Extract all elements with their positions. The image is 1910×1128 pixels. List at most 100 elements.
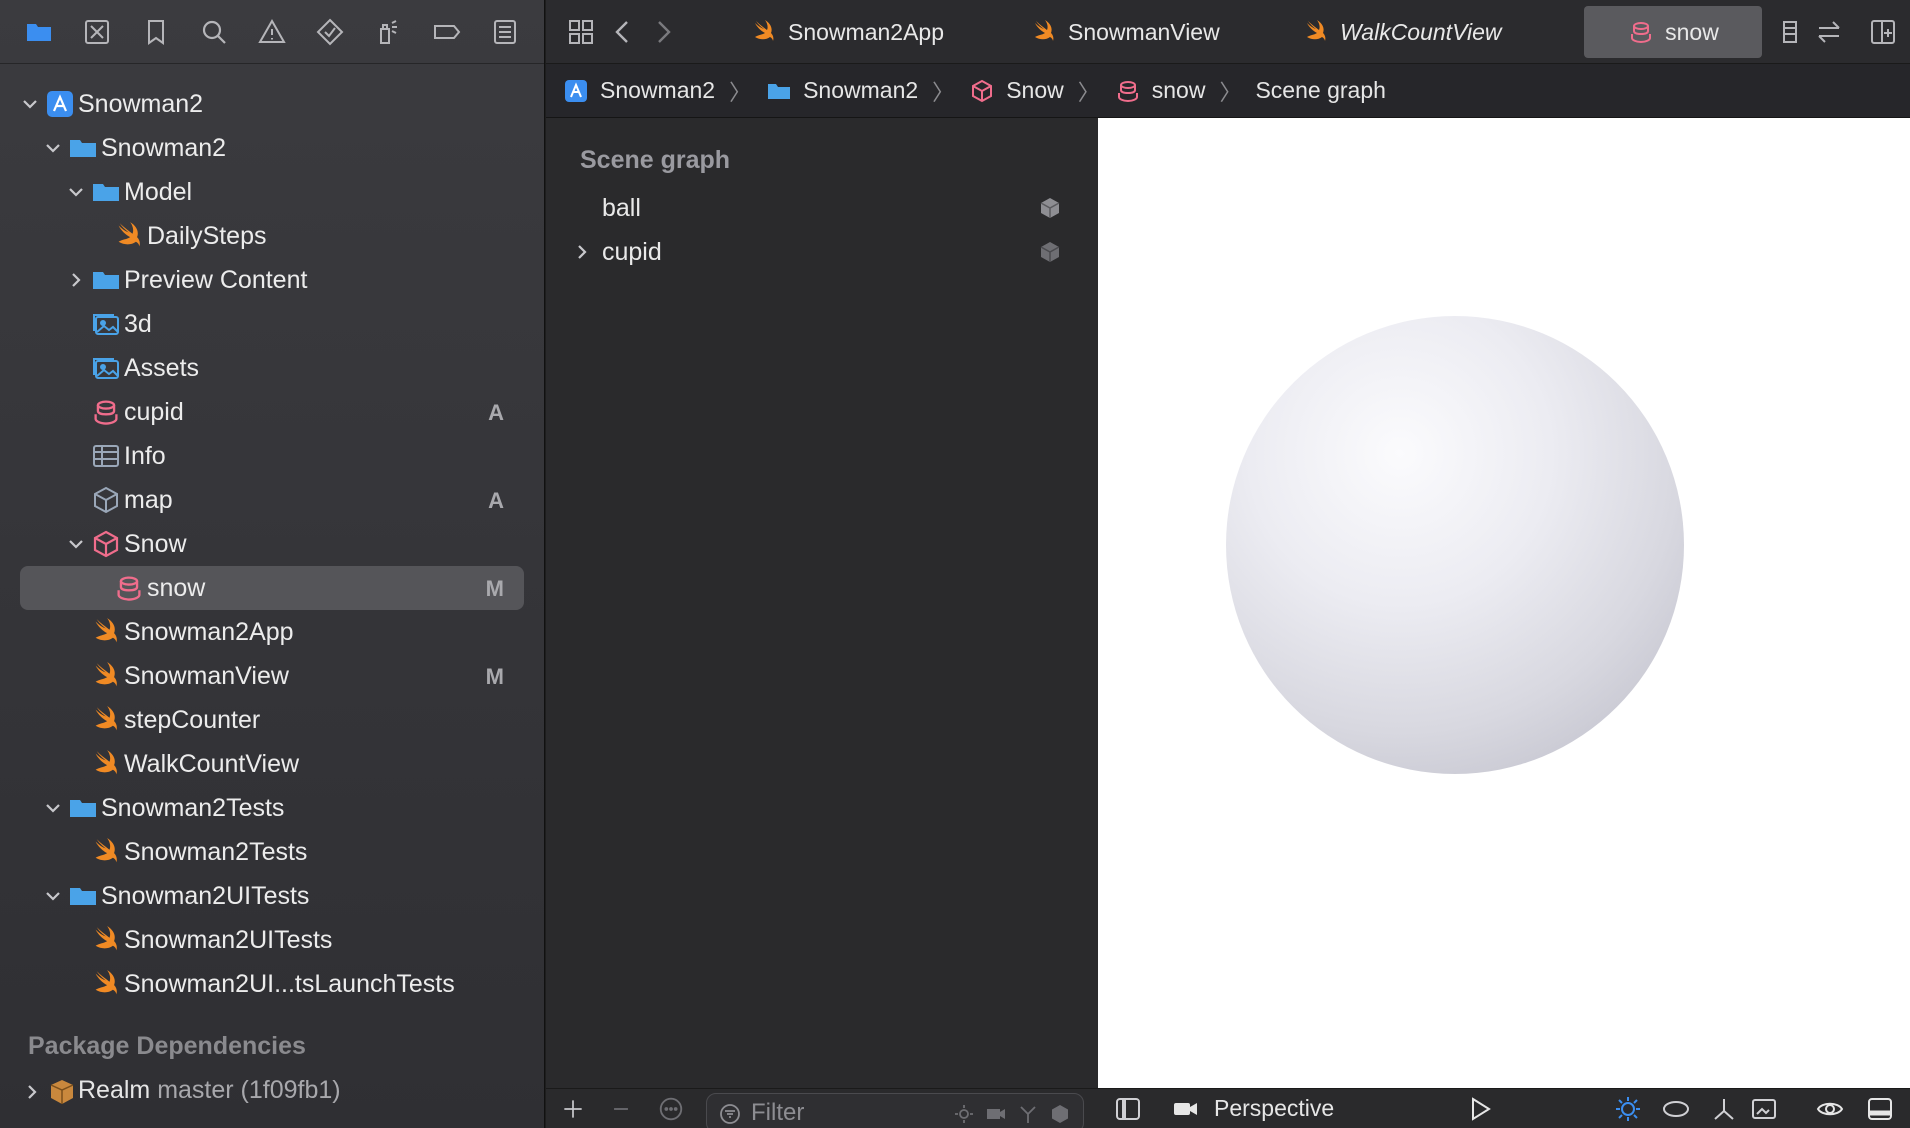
nav-item-snowman2app[interactable]: Snowman2App [20, 610, 524, 654]
light-filter-icon[interactable] [953, 1103, 975, 1125]
nav-item-label: snow [147, 574, 206, 602]
forward-chevron-icon[interactable] [642, 10, 684, 54]
play-icon[interactable] [1464, 1094, 1496, 1124]
scene-graph-title: Scene graph [580, 146, 731, 174]
chevron-down-icon[interactable] [41, 136, 65, 160]
remove-icon[interactable] [606, 1094, 636, 1124]
scene-graph-panel: Scene graph ball cupid [546, 118, 1098, 1088]
debug-spray-icon[interactable] [359, 10, 417, 54]
frame-icon[interactable] [1748, 1094, 1780, 1124]
swap-arrows-icon[interactable] [1808, 10, 1850, 54]
rcproject-cube-icon [968, 77, 996, 105]
chevron-down-icon[interactable] [41, 884, 65, 908]
nav-item-map[interactable]: map A [20, 478, 524, 522]
chevron-down-icon[interactable] [41, 796, 65, 820]
breadcrumb-rcproject[interactable]: Snow [968, 77, 1064, 105]
entity-filter-icon[interactable] [1049, 1103, 1071, 1125]
camera-mode-label[interactable]: Perspective [1214, 1095, 1334, 1122]
nav-item-snowman2tests[interactable]: Snowman2Tests [20, 786, 524, 830]
breadcrumb-scene-graph[interactable]: Scene graph [1255, 77, 1385, 104]
nav-item-label: Snowman2UITests [101, 882, 310, 910]
nav-item-stepcounter[interactable]: stepCounter [20, 698, 524, 742]
3d-viewport[interactable] [1098, 118, 1910, 1088]
chevron-down-icon[interactable] [18, 92, 42, 116]
nav-item-snowman2uitests[interactable]: Snowman2UITests [20, 874, 524, 918]
tab-snowmanview[interactable]: SnowmanView [1022, 6, 1228, 58]
nav-item-label: DailySteps [147, 222, 267, 250]
nav-item-label: cupid [124, 398, 184, 426]
bookmark-icon[interactable] [126, 10, 184, 54]
camera-filter-icon[interactable] [985, 1103, 1007, 1125]
asset-catalog-icon [90, 352, 122, 384]
breadcrumb-scene[interactable]: snow [1114, 77, 1205, 105]
report-icon[interactable] [476, 10, 534, 54]
adjust-editor-icon[interactable] [1770, 10, 1812, 54]
sidebar-toggle-icon[interactable] [1112, 1094, 1144, 1124]
search-icon[interactable] [185, 10, 243, 54]
nav-item-model[interactable]: Model [20, 170, 524, 214]
nav-item-label: SnowmanView [124, 662, 289, 690]
nav-item-snowman2[interactable]: Snowman2 [20, 126, 524, 170]
nav-item-preview-content[interactable]: Preview Content [20, 258, 524, 302]
nav-item-assets[interactable]: Assets [20, 346, 524, 390]
snowball-model[interactable] [1226, 316, 1684, 774]
nav-item-snowman2uitests[interactable]: Snowman2UITests [20, 918, 524, 962]
reality-file-icon [90, 396, 122, 428]
tab-snowman2app[interactable]: Snowman2App [742, 6, 952, 58]
nav-item-cupid[interactable]: cupid A [20, 390, 524, 434]
nav-item-snowmanview[interactable]: SnowmanView M [20, 654, 524, 698]
more-options-icon[interactable] [656, 1094, 686, 1124]
nav-item-3d[interactable]: 3d [20, 302, 524, 346]
add-icon[interactable] [558, 1094, 588, 1124]
orbit-icon[interactable] [1660, 1094, 1692, 1124]
folder-icon[interactable] [10, 10, 68, 54]
nav-item-label: Snowman2Tests [101, 794, 285, 822]
nav-item-snowman2ui-tslaunchtests[interactable]: Snowman2UI...tsLaunchTests [20, 962, 524, 1006]
eye-icon[interactable] [1814, 1094, 1846, 1124]
chevron-down-icon[interactable] [64, 532, 88, 556]
particle-filter-icon[interactable] [1017, 1103, 1039, 1125]
lighting-icon[interactable] [1612, 1094, 1644, 1124]
scene-graph-bottom-bar: Filter [546, 1088, 1098, 1128]
video-camera-icon[interactable] [1170, 1094, 1202, 1124]
breakpoint-icon[interactable] [418, 10, 476, 54]
grid-icon[interactable] [560, 10, 602, 54]
source-control-status-badge: M [485, 576, 504, 601]
editor-tab-bar: Snowman2App SnowmanView WalkCountView sn… [546, 0, 1910, 64]
nav-item-label: Preview Content [124, 266, 308, 294]
nav-item-label: Snowman2Tests [124, 838, 308, 866]
scene-graph-item-cupid[interactable]: cupid [546, 232, 1098, 272]
nav-item-snow[interactable]: Snow [20, 522, 524, 566]
nav-item-snowman2tests[interactable]: Snowman2Tests [20, 830, 524, 874]
test-diamond-icon[interactable] [301, 10, 359, 54]
nav-item-snowman2[interactable]: Snowman2 [20, 82, 524, 126]
add-editor-icon[interactable] [1862, 10, 1904, 54]
nav-item-label: Snowman2 [101, 134, 227, 162]
file-tree: Snowman2 Snowman2 Model DailySteps Preview C… [20, 82, 524, 1006]
filter-field[interactable]: Filter [706, 1093, 1084, 1128]
breadcrumb-folder[interactable]: Snowman2 [765, 77, 918, 105]
source-control-icon[interactable] [68, 10, 126, 54]
breadcrumb-project[interactable]: Snowman2 [562, 77, 715, 105]
package-row-realm[interactable]: Realm master (1f09fb1) [20, 1072, 524, 1112]
chevron-down-icon[interactable] [64, 180, 88, 204]
scene-graph-item-ball[interactable]: ball [546, 188, 1098, 228]
nav-item-dailysteps[interactable]: DailySteps [20, 214, 524, 258]
back-chevron-icon[interactable] [602, 10, 644, 54]
chevron-right-icon[interactable] [570, 240, 594, 264]
asset-catalog-icon [90, 308, 122, 340]
tab-snow[interactable]: snow [1584, 6, 1762, 58]
chevron-right-icon[interactable] [20, 1080, 44, 1104]
swift-icon [90, 968, 122, 1000]
nav-item-info[interactable]: Info [20, 434, 524, 478]
tab-walkcountview[interactable]: WalkCountView [1294, 6, 1510, 58]
inspector-panel-icon[interactable] [1864, 1094, 1896, 1124]
axes-icon[interactable] [1708, 1094, 1740, 1124]
warning-icon[interactable] [243, 10, 301, 54]
chevron-right-icon[interactable] [64, 268, 88, 292]
nav-item-snow[interactable]: snow M [20, 566, 524, 610]
nav-item-label: Snowman2UITests [124, 926, 333, 954]
nav-item-walkcountview[interactable]: WalkCountView [20, 742, 524, 786]
xcode-window: Snowman2 Snowman2 Model DailySteps Preview C… [0, 0, 1910, 1128]
nav-item-label: Model [124, 178, 193, 206]
